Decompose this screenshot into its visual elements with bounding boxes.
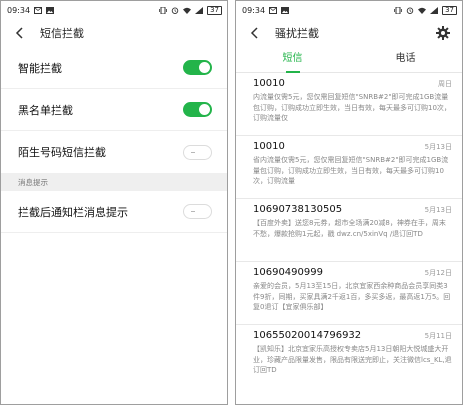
message-date: 5月13日	[424, 206, 452, 214]
list-item[interactable]: 10690490999 5月12日 亲爱的会员，5月13至15日，北京宜家西余种…	[236, 262, 462, 325]
vibrate-icon	[159, 6, 167, 14]
setting-label: 拦截后通知栏消息提示	[18, 205, 128, 219]
message-icon	[34, 6, 43, 14]
message-preview: 亲爱的会员，5月13至15日，北京宜家西余种商品会员享同类3件9折，同期，买家具…	[253, 282, 451, 311]
status-bar: 09:34 37	[1, 1, 227, 19]
back-arrow-icon[interactable]	[15, 27, 25, 39]
setting-notify-after-block[interactable]: 拦截后通知栏消息提示	[1, 191, 227, 233]
battery-icon: 37	[442, 5, 457, 15]
vibrate-icon	[394, 6, 402, 14]
message-sender: 10010	[253, 141, 285, 152]
status-bar: 09:34 37	[236, 1, 462, 19]
message-preview: 内流量仅需5元，您仅需回复短信"SNRB#2"即可完成1GB流量包订购，订购成功…	[253, 93, 451, 122]
smart-block-toggle[interactable]	[183, 60, 212, 75]
list-item[interactable]: 10010 周日 内流量仅需5元，您仅需回复短信"SNRB#2"即可完成1GB流…	[236, 73, 462, 136]
blacklist-block-toggle[interactable]	[183, 102, 212, 117]
message-sender: 10010	[253, 78, 285, 89]
message-icon	[269, 6, 278, 14]
message-sender: 10655020014796932	[253, 330, 362, 341]
message-date: 5月12日	[424, 269, 452, 277]
signal-icon	[430, 6, 439, 14]
message-preview: 【凯知乐】北京宜家乐高授权专卖店5月13日朝阳大悦城盛大开业，珍藏产品限量发售，…	[253, 345, 452, 374]
alarm-icon	[171, 7, 179, 14]
image-icon	[46, 6, 55, 14]
list-item[interactable]: 10690738130505 5月13日 【百度外卖】送您8元券，超市全场满20…	[236, 199, 462, 262]
wifi-icon	[418, 7, 427, 14]
setting-blacklist-block[interactable]: 黑名单拦截	[1, 89, 227, 131]
header: 短信拦截	[1, 19, 227, 47]
sms-block-settings-screen: 09:34 37 短信拦截 智能拦截 黑名单拦截 陌生号码短信拦截 消息提示 拦…	[0, 0, 228, 405]
list-item[interactable]: 10010 5月13日 省内流量仅需5元，您仅需回复短信"SNRB#2"即可完成…	[236, 136, 462, 199]
battery-icon: 37	[207, 5, 222, 15]
setting-label: 黑名单拦截	[18, 103, 73, 117]
signal-icon	[195, 6, 204, 14]
status-time: 09:34	[7, 5, 31, 15]
message-sender: 10690490999	[253, 267, 323, 278]
message-preview: 省内流量仅需5元，您仅需回复短信"SNRB#2"即可完成1GB流量包订购，订购成…	[253, 156, 449, 185]
back-arrow-icon[interactable]	[250, 27, 260, 39]
gear-icon[interactable]	[436, 26, 450, 40]
wifi-icon	[183, 7, 192, 14]
tab-calls[interactable]: 电话	[349, 47, 462, 72]
page-title: 短信拦截	[40, 27, 84, 40]
list-item[interactable]: 10655020014796932 5月11日 【凯知乐】北京宜家乐高授权专卖店…	[236, 325, 462, 388]
setting-label: 智能拦截	[18, 61, 62, 75]
notify-after-block-toggle[interactable]	[183, 204, 212, 219]
tab-sms[interactable]: 短信	[236, 47, 349, 72]
tab-bar: 短信 电话	[236, 47, 462, 73]
stranger-sms-block-toggle[interactable]	[183, 144, 212, 160]
harassment-block-screen: 09:34 37 骚扰拦截 短信 电话 10010 周日 内流量仅需5元，您仅需…	[235, 0, 463, 405]
status-time: 09:34	[242, 5, 266, 15]
message-date: 周日	[438, 80, 452, 88]
message-date: 5月13日	[424, 143, 452, 151]
message-sender: 10690738130505	[253, 204, 343, 215]
message-date: 5月11日	[424, 332, 452, 340]
image-icon	[281, 6, 290, 14]
message-preview: 【百度外卖】送您8元券，超市全场满20减8，神券在手，周末不愁，爆款抢购1元起，…	[253, 219, 446, 238]
setting-smart-block[interactable]: 智能拦截	[1, 47, 227, 89]
header: 骚扰拦截	[236, 19, 462, 47]
page-title: 骚扰拦截	[275, 27, 319, 40]
setting-stranger-sms-block[interactable]: 陌生号码短信拦截	[1, 131, 227, 173]
alarm-icon	[406, 7, 414, 14]
section-header-notifications: 消息提示	[1, 173, 227, 191]
setting-label: 陌生号码短信拦截	[18, 146, 106, 159]
